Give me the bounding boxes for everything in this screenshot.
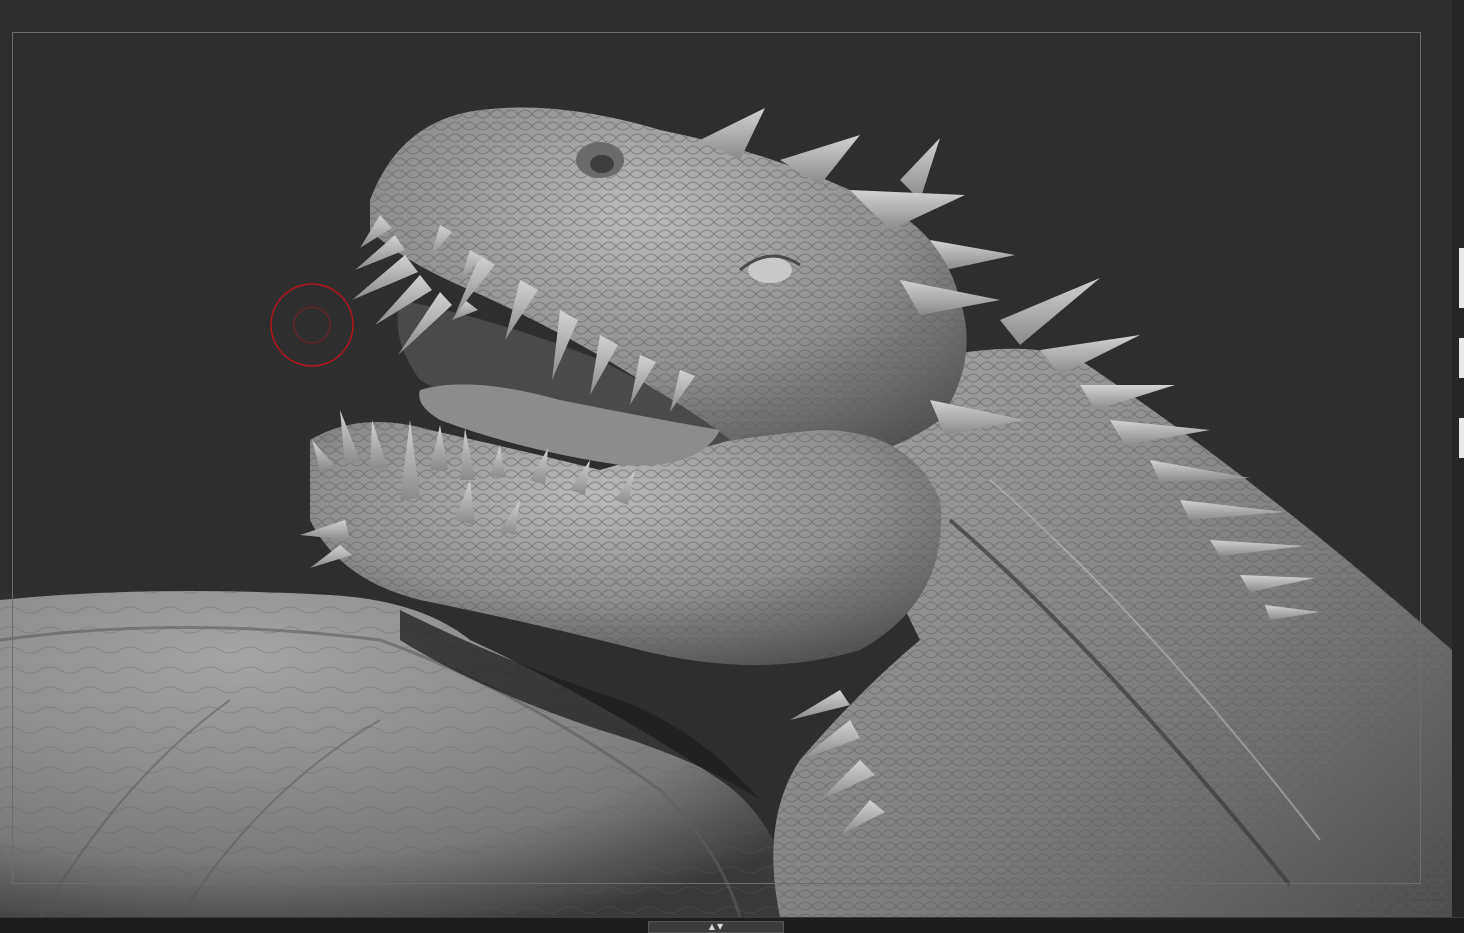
expand-shelf-icon: ▼: [717, 922, 724, 931]
sculpt-render[interactable]: [0, 0, 1464, 933]
edge-marker: [1459, 418, 1464, 458]
collapse-shelf-icon: ▲: [708, 922, 715, 931]
collapse-shelf-button[interactable]: ▲ ▼: [648, 921, 784, 933]
edge-marker: [1459, 338, 1464, 378]
edge-marker: [1459, 248, 1464, 308]
canvas-viewport[interactable]: ▲ ▼: [0, 0, 1464, 933]
right-edge-strip: [1452, 0, 1464, 933]
